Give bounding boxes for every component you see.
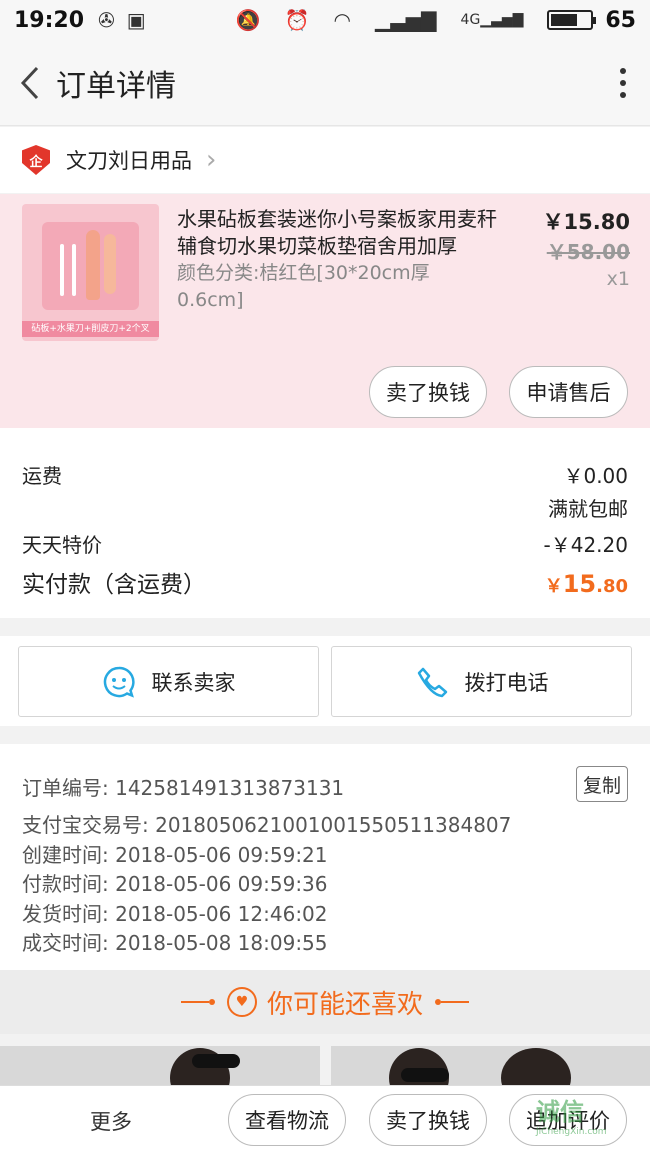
wifi-icon: ◠	[333, 8, 351, 32]
shop-badge-text: 企	[29, 154, 43, 170]
recommend-product-image[interactable]	[331, 1046, 650, 1086]
paid-time: 付款时间: 2018-05-06 09:59:36	[22, 872, 328, 896]
discount-row: 天天特价 -￥42.20	[22, 529, 628, 558]
more-vertical-icon[interactable]	[608, 67, 638, 98]
divider-line	[441, 1001, 469, 1003]
battery-level: 65	[605, 7, 636, 33]
watermark-logo: 诚信	[536, 1098, 584, 1126]
enterprise-shop-icon: 企	[22, 145, 50, 175]
recommend-title: 你可能还喜欢	[266, 989, 423, 1020]
total-decimal: .80	[596, 576, 628, 597]
watermark-url: JiChengXin.com	[536, 1127, 607, 1137]
chat-icon	[102, 665, 136, 699]
product-quantity: x1	[606, 268, 630, 290]
product-thumbnail[interactable]: 砧板+水果刀+削皮刀+2个叉	[22, 204, 159, 341]
image-icon: ▣	[126, 8, 146, 32]
back-button[interactable]	[12, 61, 48, 105]
recommend-product-image[interactable]	[0, 1046, 320, 1086]
total-integer: 15	[562, 570, 597, 598]
chevron-left-icon	[20, 66, 39, 99]
contact-seller-button[interactable]: 联系卖家	[18, 646, 319, 717]
total-row: 实付款（含运费） ￥15.80	[22, 565, 628, 599]
product-title[interactable]: 水果砧板套装迷你小号案板家用麦秆辅食切水果切菜板垫宿舍用加厚	[177, 206, 512, 260]
signal-4g-icon: 4G▁▃▅▇	[460, 12, 524, 28]
after-sale-button[interactable]: 申请售后	[509, 366, 628, 418]
free-shipping-note: 满就包邮	[548, 497, 628, 521]
order-item[interactable]: 砧板+水果刀+削皮刀+2个叉 水果砧板套装迷你小号案板家用麦秆辅食切水果切菜板垫…	[0, 194, 650, 428]
order-info: 订单编号: 142581491313873131 复制 支付宝交易号: 2018…	[0, 744, 650, 970]
copy-button[interactable]: 复制	[575, 766, 628, 802]
alarm-icon: ⏰	[284, 8, 310, 32]
network-label: 4G	[460, 12, 481, 28]
shipping-label: 运费	[22, 464, 62, 488]
chevron-right-icon: ›	[206, 145, 217, 175]
page-title: 订单详情	[56, 68, 176, 104]
discount-value: -￥42.20	[543, 533, 628, 557]
free-shipping-row: 满就包邮	[22, 493, 628, 522]
contact-section: 联系卖家 拨打电话	[0, 636, 650, 726]
cost-summary: 运费 ￥0.00 满就包邮 天天特价 -￥42.20 实付款（含运费） ￥15.…	[0, 428, 650, 618]
contact-seller-label: 联系卖家	[151, 670, 236, 695]
signal-icon: ▁▃▅▇	[375, 8, 437, 32]
shipping-value: ￥0.00	[563, 464, 628, 488]
sell-button[interactable]: 卖了换钱	[369, 1094, 487, 1146]
call-phone-label: 拨打电话	[464, 670, 549, 695]
call-phone-button[interactable]: 拨打电话	[331, 646, 632, 717]
bottom-action-bar: 更多 查看物流 卖了换钱 追加评价 诚信 JiChengXin.com	[0, 1085, 650, 1155]
heart-icon: ♥	[226, 987, 257, 1017]
alipay-number: 支付宝交易号: 2018050621001001550511384807	[22, 813, 512, 837]
battery-icon	[547, 10, 597, 30]
total-label: 实付款（含运费）	[22, 572, 206, 598]
watermark: 诚信 JiChengXin.com	[536, 1092, 644, 1148]
thumbnail-caption: 砧板+水果刀+削皮刀+2个叉	[22, 321, 159, 337]
divider-dot	[208, 999, 215, 1005]
original-price: ￥58.00	[546, 240, 630, 264]
view-logistics-button[interactable]: 查看物流	[228, 1094, 346, 1146]
status-bar: 19:20 ✇ ▣ 🔕 ⏰ ◠ ▁▃▅▇ 4G▁▃▅▇ 65	[0, 0, 650, 40]
shop-row[interactable]: 企 文刀刘日用品 ›	[0, 127, 650, 193]
product-price: ￥15.80	[542, 210, 630, 234]
product-spec: 颜色分类:桔红色[30*20cm厚0.6cm]	[177, 262, 430, 311]
navigation-icon: ✇	[98, 8, 115, 32]
order-number: 订单编号: 142581491313873131	[22, 776, 345, 800]
shop-name[interactable]: 文刀刘日用品	[66, 145, 192, 175]
mute-icon: 🔕	[235, 8, 261, 32]
completed-time: 成交时间: 2018-05-08 18:09:55	[22, 931, 328, 955]
total-currency: ￥	[544, 576, 563, 597]
status-time: 19:20	[14, 7, 85, 33]
shipped-time: 发货时间: 2018-05-06 12:46:02	[22, 902, 328, 926]
sell-button[interactable]: 卖了换钱	[369, 366, 487, 418]
nav-bar: 订单详情	[0, 40, 650, 126]
discount-label: 天天特价	[22, 533, 102, 557]
shipping-row: 运费 ￥0.00	[22, 460, 628, 489]
divider-line	[180, 1001, 209, 1003]
total-value: ￥15.80	[545, 570, 628, 598]
more-button[interactable]: 更多	[90, 1106, 132, 1136]
recommend-header: ♥ 你可能还喜欢	[0, 970, 650, 1034]
created-time: 创建时间: 2018-05-06 09:59:21	[22, 843, 328, 867]
phone-icon	[415, 665, 449, 699]
